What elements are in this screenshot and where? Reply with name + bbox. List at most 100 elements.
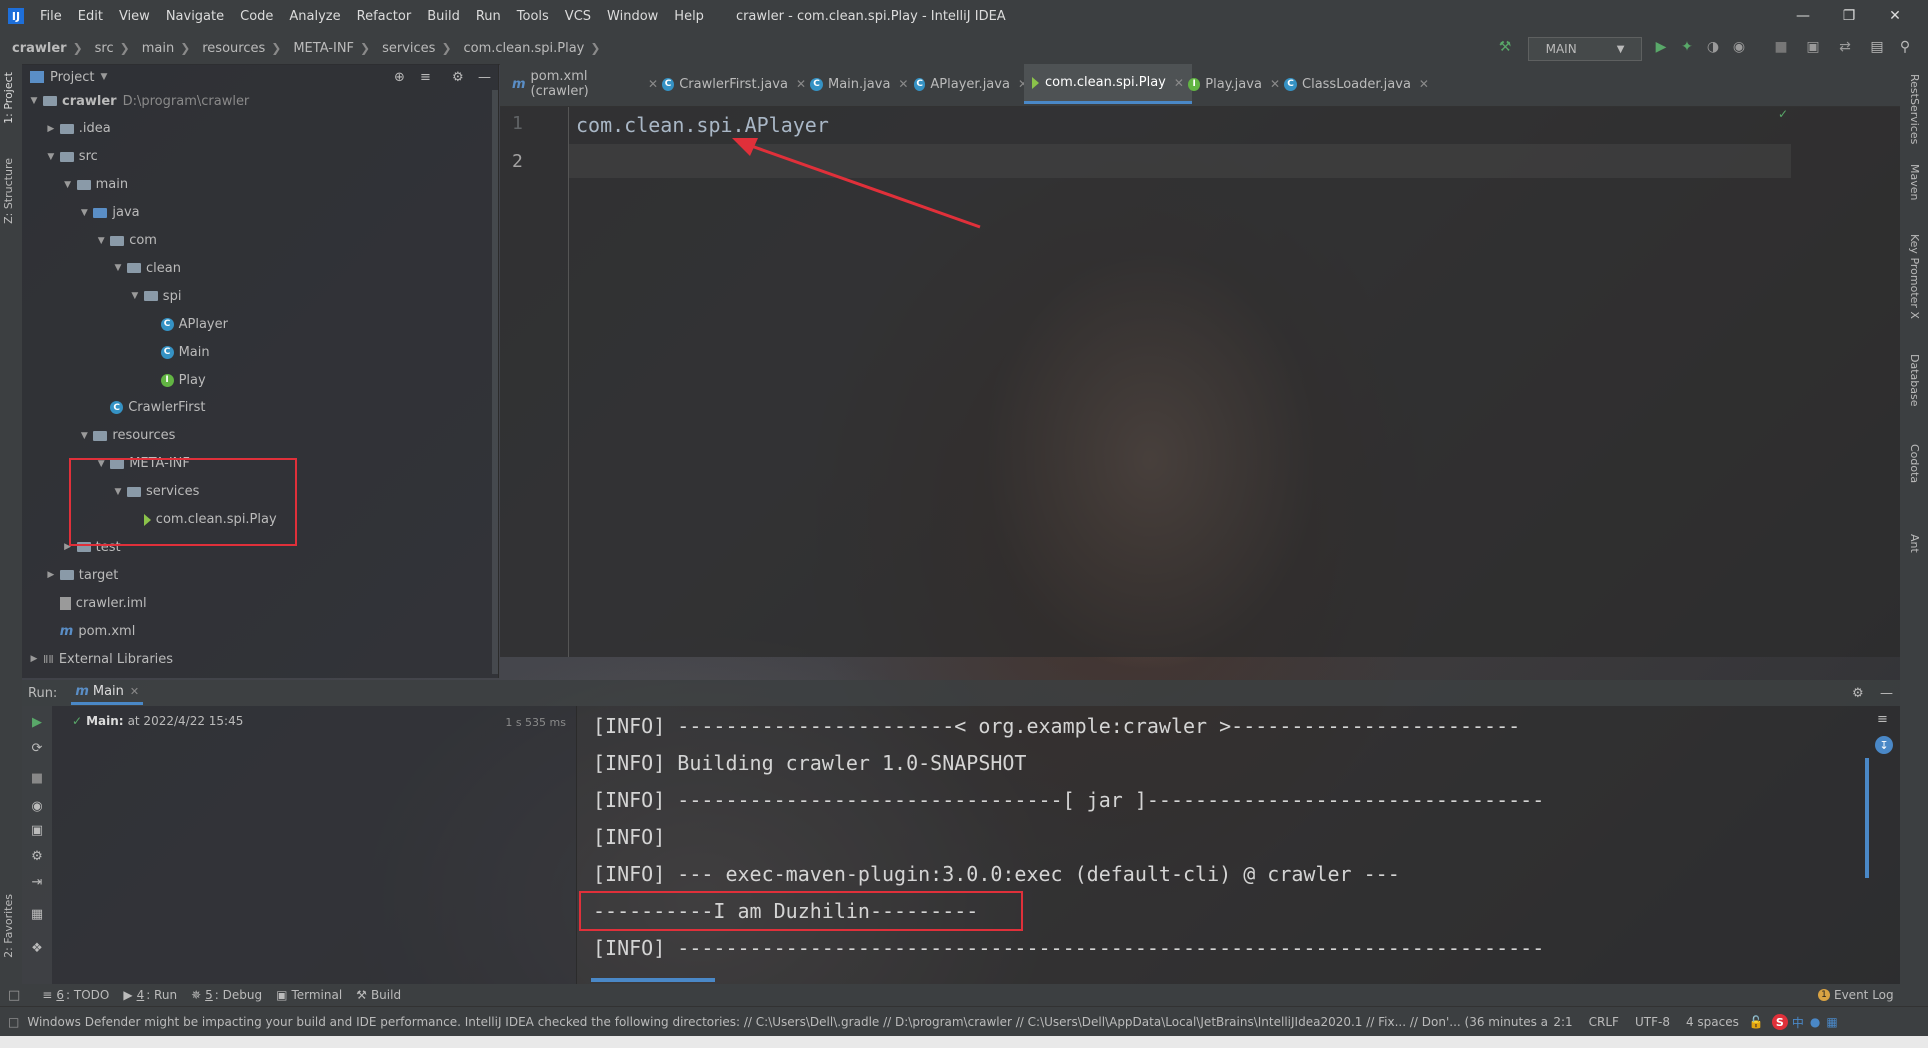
- rerun-tests-icon[interactable]: ⟳: [29, 740, 45, 756]
- expand-arrow-open-icon[interactable]: ▼: [28, 96, 40, 106]
- maximize-button[interactable]: ❐: [1826, 0, 1872, 32]
- right-tool-tab-ant[interactable]: Ant: [1908, 534, 1921, 553]
- lock-icon[interactable]: 🔓: [1749, 1015, 1764, 1029]
- editor-tab[interactable]: C CrawlerFirst.java ✕: [654, 64, 814, 104]
- camera-icon[interactable]: ▣: [29, 822, 45, 838]
- tool-window-run[interactable]: ▶ 4: Run: [123, 988, 177, 1002]
- project-view-select[interactable]: Project: [50, 70, 94, 85]
- menu-tools[interactable]: Tools: [509, 9, 557, 24]
- tree-node[interactable]: crawler.iml: [45, 592, 147, 614]
- keyboard-icon[interactable]: ▦: [1826, 1015, 1837, 1029]
- expand-arrow-open-icon[interactable]: ▼: [129, 291, 141, 301]
- exit-icon[interactable]: ⇥: [29, 874, 45, 890]
- right-tool-tab-codota[interactable]: Codota: [1908, 444, 1921, 483]
- right-tool-tab-key-promoter-x[interactable]: Key Promoter X: [1908, 234, 1921, 319]
- tree-node[interactable]: ▶ ⅡⅡ External Libraries: [28, 648, 174, 670]
- project-structure-icon[interactable]: ▣: [1804, 38, 1822, 56]
- file-encoding[interactable]: UTF-8: [1635, 1015, 1670, 1029]
- ime-mode[interactable]: 中: [1792, 1014, 1804, 1031]
- project-tool-tab[interactable]: 1: Project: [2, 72, 15, 124]
- tree-node[interactable]: ▼ java: [78, 202, 140, 224]
- tool-window-debug[interactable]: ✵ 5: Debug: [191, 988, 262, 1002]
- menu-analyze[interactable]: Analyze: [281, 9, 348, 24]
- code-editor[interactable]: 1 com.clean.spi.APlayer 2 ✓: [500, 107, 1900, 657]
- event-log-button[interactable]: 1 Event Log: [1818, 988, 1894, 1002]
- scroll-to-end-icon[interactable]: ↧: [1875, 736, 1893, 754]
- favorites-tool-tab[interactable]: 2: Favorites: [2, 894, 15, 958]
- menu-code[interactable]: Code: [232, 9, 281, 24]
- layout-icon[interactable]: ▤: [1868, 38, 1886, 56]
- debug-icon[interactable]: ✦: [1678, 38, 1696, 56]
- expand-arrow-open-icon[interactable]: ▼: [45, 152, 57, 162]
- stop-icon[interactable]: ■: [1772, 38, 1790, 56]
- menu-build[interactable]: Build: [419, 9, 468, 24]
- breadcrumb-item[interactable]: crawler: [0, 41, 67, 56]
- editor-tab[interactable]: C Main.java ✕: [802, 64, 918, 104]
- expand-arrow-open-icon[interactable]: ▼: [78, 431, 90, 441]
- inspection-ok-icon[interactable]: ✓: [1778, 107, 1788, 121]
- ime-icon[interactable]: S: [1771, 1014, 1788, 1030]
- gear-icon[interactable]: ⚙: [1852, 686, 1864, 701]
- expand-arrow-closed-icon[interactable]: ▶: [28, 654, 40, 664]
- run-tree-item[interactable]: ✓ Main: at 2022/4/22 15:45: [72, 714, 243, 728]
- collapse-all-icon[interactable]: ≡: [420, 70, 431, 85]
- close-icon[interactable]: ✕: [130, 685, 139, 698]
- right-tool-tab-database[interactable]: Database: [1908, 354, 1921, 407]
- tree-node[interactable]: I Play: [146, 369, 206, 391]
- coverage-icon[interactable]: ◑: [1704, 38, 1722, 56]
- tree-node[interactable]: ▼ crawler D:\program\crawler: [28, 90, 250, 112]
- breadcrumb-item[interactable]: META-INF: [281, 41, 354, 56]
- tree-node[interactable]: C APlayer: [146, 313, 228, 335]
- menu-refactor[interactable]: Refactor: [349, 9, 420, 24]
- hide-panel-icon[interactable]: —: [478, 70, 491, 85]
- console-scrollbar[interactable]: [1865, 758, 1869, 878]
- menu-edit[interactable]: Edit: [70, 9, 111, 24]
- locate-icon[interactable]: ⊕: [394, 70, 405, 85]
- tool-window-todo[interactable]: ≡ 6: TODO: [42, 988, 109, 1002]
- menu-window[interactable]: Window: [599, 9, 666, 24]
- breadcrumb-item[interactable]: com.clean.spi.Play: [452, 41, 585, 56]
- tree-node[interactable]: m pom.xml: [45, 620, 136, 642]
- tool-window-terminal[interactable]: ▣ Terminal: [276, 988, 342, 1002]
- tree-node[interactable]: ▼ clean: [112, 257, 181, 279]
- menu-view[interactable]: View: [111, 9, 158, 24]
- indent-setting[interactable]: 4 spaces: [1686, 1015, 1739, 1029]
- layout-icon[interactable]: ▦: [29, 906, 45, 922]
- breadcrumb-item[interactable]: main: [130, 41, 174, 56]
- stop-icon[interactable]: ■: [29, 770, 45, 786]
- breadcrumb-item[interactable]: resources: [190, 41, 265, 56]
- status-message[interactable]: Windows Defender might be impacting your…: [27, 1015, 1547, 1029]
- microphone-icon[interactable]: ●: [1810, 1015, 1820, 1029]
- hide-panel-icon[interactable]: —: [1880, 686, 1893, 701]
- rerun-icon[interactable]: ▶: [29, 714, 45, 730]
- tool-window-build[interactable]: ⚒ Build: [356, 988, 401, 1002]
- status-toggle-icon[interactable]: □: [8, 1015, 19, 1029]
- tree-node[interactable]: ▶ target: [45, 564, 118, 586]
- close-window-button[interactable]: ✕: [1872, 0, 1918, 32]
- tree-node[interactable]: ▼ spi: [129, 285, 181, 307]
- minimize-button[interactable]: —: [1780, 0, 1826, 32]
- menu-help[interactable]: Help: [666, 9, 712, 24]
- caret-position[interactable]: 2:1: [1553, 1015, 1572, 1029]
- eye-icon[interactable]: ◉: [29, 798, 45, 814]
- translate-icon[interactable]: ⇄: [1836, 38, 1854, 56]
- expand-arrow-open-icon[interactable]: ▼: [95, 236, 107, 246]
- tree-node[interactable]: C CrawlerFirst: [95, 397, 206, 419]
- right-tool-tab-restservices[interactable]: RestServices: [1908, 74, 1921, 144]
- build-hammer-icon[interactable]: ⚒: [1496, 38, 1514, 56]
- expand-arrow-open-icon[interactable]: ▼: [62, 180, 74, 190]
- profile-icon[interactable]: ◉: [1730, 38, 1748, 56]
- tree-scrollbar[interactable]: [492, 90, 498, 674]
- breadcrumb-item[interactable]: src: [83, 41, 114, 56]
- editor-tab[interactable]: I Play.java ✕: [1180, 64, 1288, 104]
- tree-node[interactable]: ▶ .idea: [45, 118, 110, 140]
- pin-icon[interactable]: ❖: [29, 940, 45, 956]
- tree-node[interactable]: ▼ com: [95, 230, 157, 252]
- editor-tab[interactable]: m pom.xml (crawler) ✕: [504, 64, 666, 104]
- tool-window-toggle-icon[interactable]: □: [8, 988, 20, 1003]
- expand-arrow-closed-icon[interactable]: ▶: [45, 124, 57, 134]
- settings-icon[interactable]: ⚙: [29, 848, 45, 864]
- gear-icon[interactable]: ⚙: [452, 70, 464, 85]
- menu-vcs[interactable]: VCS: [557, 9, 599, 24]
- editor-tab[interactable]: com.clean.spi.Play ✕: [1024, 64, 1192, 104]
